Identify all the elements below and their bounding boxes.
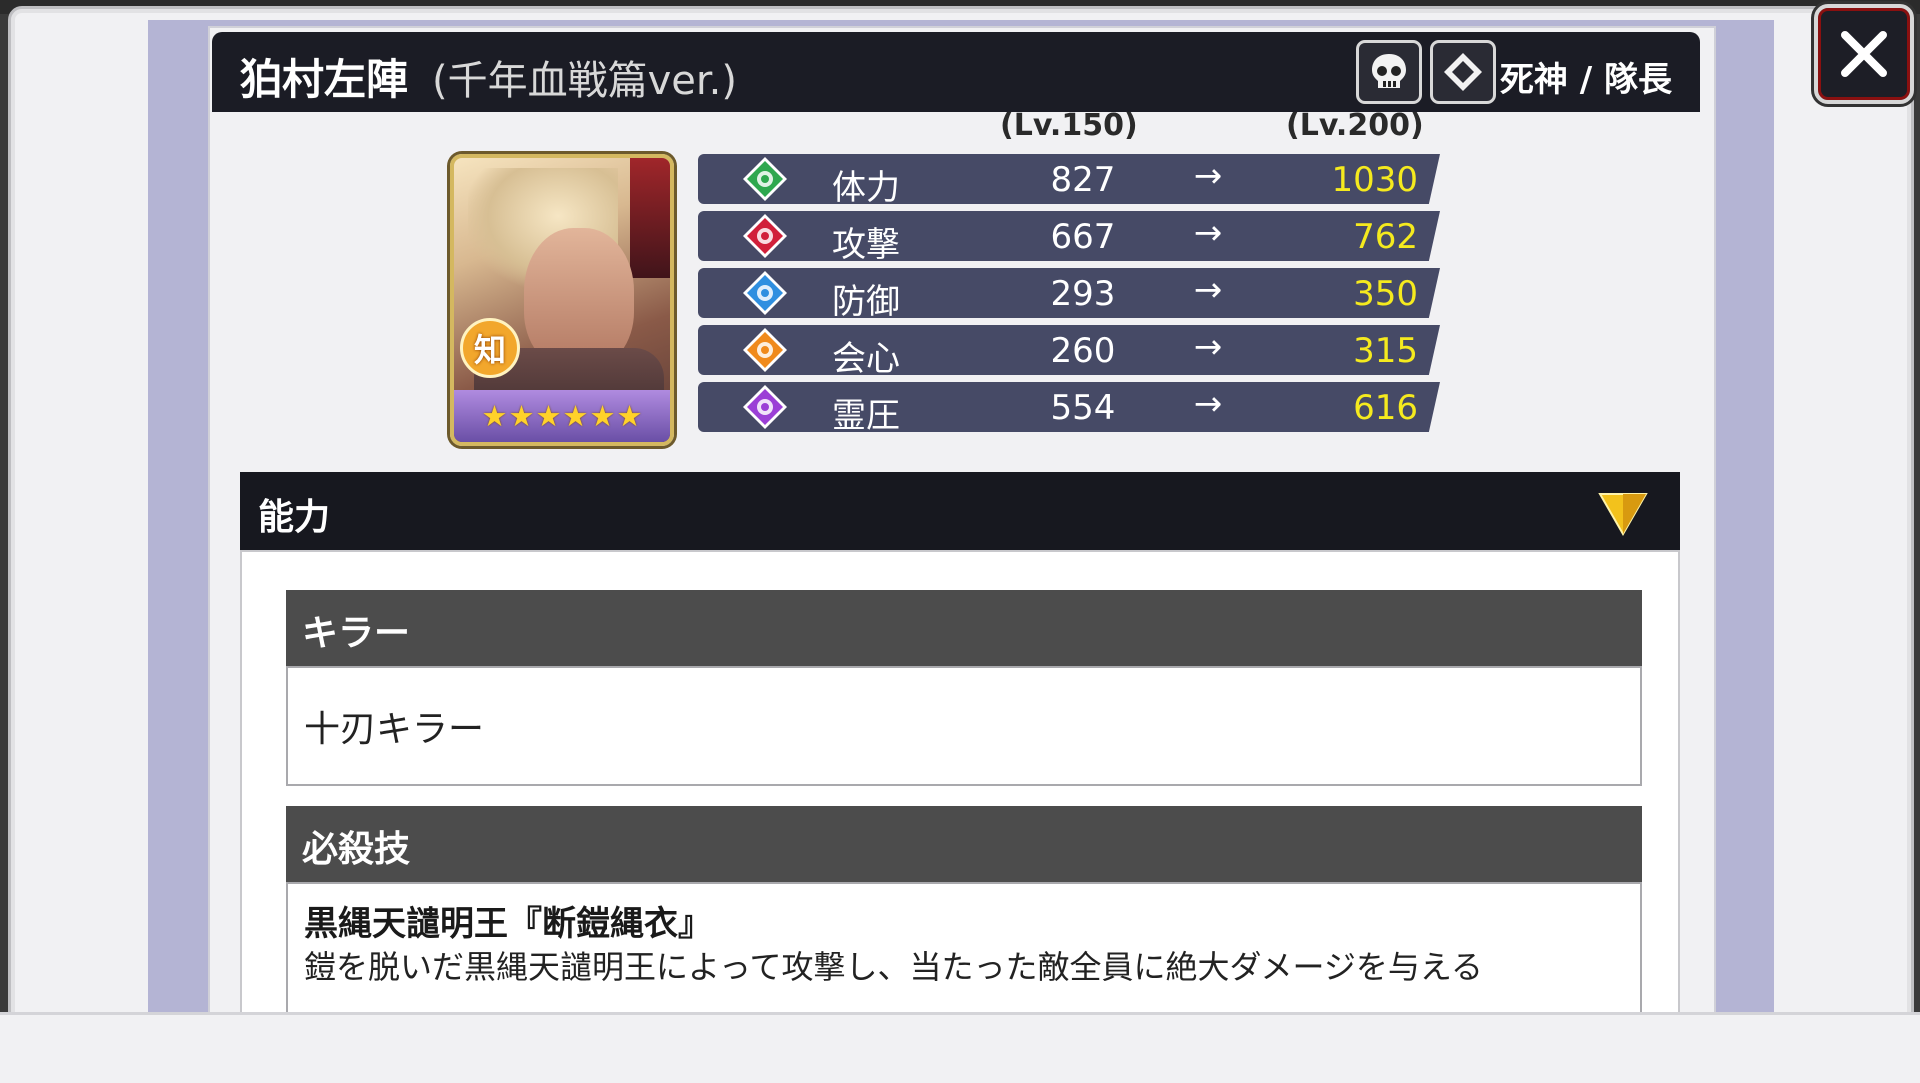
rarity-star-icon: ★ <box>589 399 616 433</box>
stat-base-value: 827 <box>1050 160 1116 200</box>
reiatsu-icon <box>743 385 787 429</box>
critical-icon <box>743 328 787 372</box>
abilities-header[interactable]: 能力 <box>240 472 1680 550</box>
stat-name: 会心 <box>832 339 900 379</box>
stat-row: 会心 260 → 315 <box>698 325 1440 375</box>
max-level-header: (Lv.200) <box>1286 108 1424 143</box>
stat-row: 防御 293 → 350 <box>698 268 1440 318</box>
character-variant: (千年血戦篇ver.) <box>432 58 737 104</box>
special-label: 必殺技 <box>302 829 411 870</box>
stat-name: 霊圧 <box>832 396 900 436</box>
defense-icon <box>743 271 787 315</box>
dialog-footer <box>0 1012 1920 1083</box>
stat-max-value: 762 <box>1353 217 1418 257</box>
stat-arrow: → <box>1193 327 1223 367</box>
close-icon <box>1841 31 1887 77</box>
title-bar: 狛村左陣 (千年血戦篇ver.) 死神 / 隊長 <box>212 32 1700 112</box>
stat-base-value: 293 <box>1050 274 1116 314</box>
stat-name: 攻撃 <box>832 225 900 265</box>
stat-base-value: 260 <box>1050 331 1116 371</box>
special-skill-name: 黒縄天譴明王『断鎧縄衣』 <box>304 904 712 944</box>
character-name: 狛村左陣 <box>240 55 409 104</box>
stat-arrow: → <box>1193 213 1223 253</box>
base-level-header: (Lv.150) <box>1000 108 1138 143</box>
collapse-triangle-icon[interactable] <box>1598 492 1648 536</box>
stat-name: 防御 <box>832 282 900 322</box>
stat-row: 霊圧 554 → 616 <box>698 382 1440 432</box>
stat-arrow: → <box>1193 384 1223 424</box>
stat-base-value: 554 <box>1050 388 1116 428</box>
stat-max-value: 616 <box>1353 388 1418 428</box>
killer-label: キラー <box>302 613 411 654</box>
rarity-star-icon: ★ <box>508 399 535 433</box>
type-label: 死神 / 隊長 <box>1499 60 1672 100</box>
rarity-star-icon: ★ <box>616 399 643 433</box>
special-section-header: 必殺技 <box>286 806 1642 882</box>
captain-diamond-icon[interactable] <box>1430 40 1496 104</box>
stat-base-value: 667 <box>1050 217 1116 257</box>
rarity-star-icon: ★ <box>562 399 589 433</box>
rarity-star-icon: ★ <box>535 399 562 433</box>
stat-arrow: → <box>1193 156 1223 196</box>
stat-name: 体力 <box>832 168 900 208</box>
character-portrait[interactable]: 知 ★ ★ ★ ★ ★ ★ <box>450 154 674 446</box>
stat-max-value: 315 <box>1353 331 1418 371</box>
stat-row: 攻撃 667 → 762 <box>698 211 1440 261</box>
stat-max-value: 350 <box>1353 274 1418 314</box>
close-button[interactable] <box>1814 4 1914 104</box>
attack-icon <box>743 214 787 258</box>
special-skill-description: 鎧を脱いだ黒縄天譴明王によって攻撃し、当たった敵全員に絶大ダメージを与える <box>304 948 1483 986</box>
attribute-badge: 知 <box>460 318 520 378</box>
killer-value: 十刃キラー <box>304 709 485 750</box>
stat-arrow: → <box>1193 270 1223 310</box>
rarity-stars: ★ ★ ★ ★ ★ ★ <box>454 390 670 442</box>
killer-section-body: 十刃キラー <box>286 666 1642 786</box>
stat-row: 体力 827 → 1030 <box>698 154 1440 204</box>
rarity-star-icon: ★ <box>481 399 508 433</box>
abilities-title: 能力 <box>258 497 331 538</box>
stamina-icon <box>743 157 787 201</box>
killer-section-header: キラー <box>286 590 1642 666</box>
shinigami-skull-icon[interactable] <box>1356 40 1422 104</box>
special-section-body: 黒縄天譴明王『断鎧縄衣』 鎧を脱いだ黒縄天譴明王によって攻撃し、当たった敵全員に… <box>286 882 1642 1014</box>
stat-max-value: 1030 <box>1331 160 1418 200</box>
